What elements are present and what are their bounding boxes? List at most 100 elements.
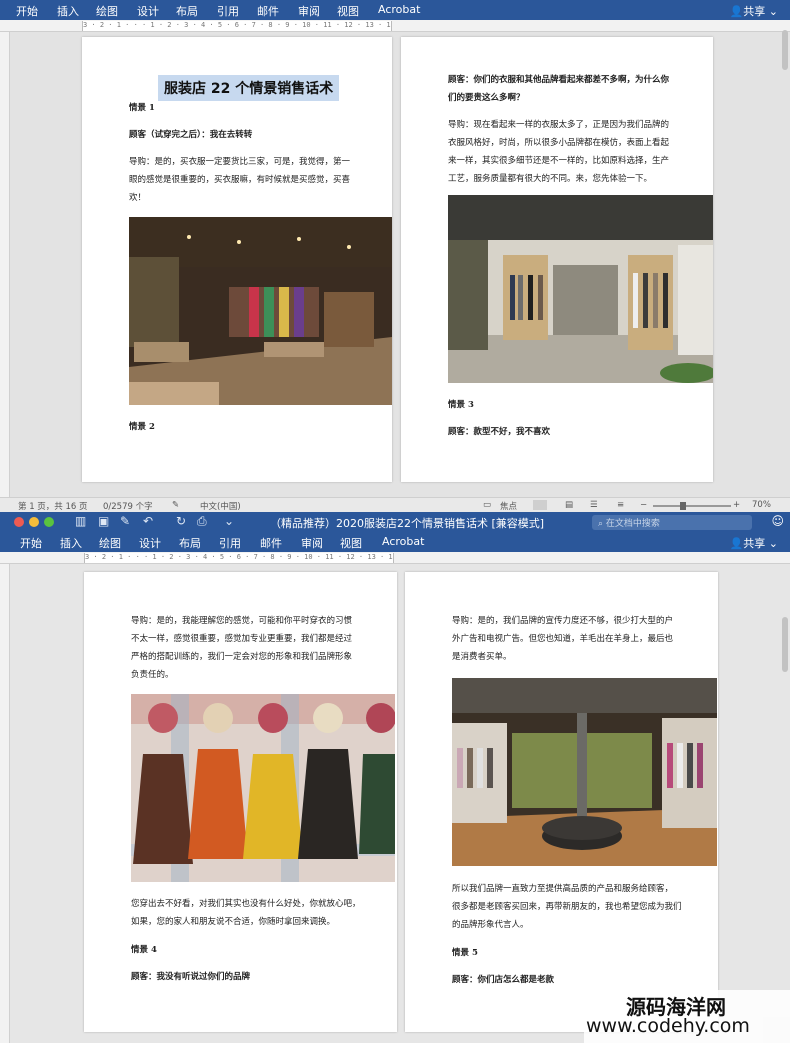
print-icon[interactable]: ⎙ [197,514,207,529]
guide-line[interactable]: 欢！ [129,189,146,207]
vertical-ruler[interactable] [0,564,10,1043]
guide-line[interactable]: 眼的感觉是很重要的，买衣服嘛，有时候就是买感觉，买喜 [129,171,350,189]
sidebar-icon[interactable]: ▥ [75,514,86,528]
guide-line[interactable]: 严格的搭配训练的，我们一定会对您的形象和我们品牌形象 [131,648,352,666]
store-interior-photo-2[interactable] [448,195,713,383]
scene-3-heading[interactable]: 情景 3 [448,396,474,414]
ruler-scale: 3 · 2 · 1 · · · 1 · 2 · 3 · 4 · 5 · 6 · … [82,21,392,31]
close-window-button[interactable] [14,517,24,527]
zoom-out-icon[interactable]: − [640,500,647,510]
customer-line-5[interactable]: 顾客：你们店怎么都是老款 [452,971,554,989]
horizontal-ruler[interactable]: 3 · 2 · 1 · · · 1 · 2 · 3 · 4 · 5 · 6 · … [0,20,790,32]
document-page-2[interactable]: 顾客：你们的衣服和其他品牌看起来都差不多啊，为什么你 们的要贵这么多啊？ 导购：… [401,37,713,482]
guide-line[interactable]: 来一样，其实很多细节还是不一样的，比如原料选择，生产 [448,152,669,170]
guide-line[interactable]: 很多都是老顾客买回来，再带新朋友的，我也希望您成为我们 [452,898,682,916]
tab-references[interactable]: 引用 [219,535,241,551]
document-title[interactable]: 服装店 22 个情景销售话术 [158,75,340,101]
tab-draw[interactable]: 绘图 [99,535,121,551]
scene-2-heading[interactable]: 情景 2 [129,418,155,436]
language-indicator[interactable]: 中文(中国) [200,500,241,512]
tab-draw[interactable]: 绘图 [96,3,118,19]
share-button[interactable]: 👤共享 ⌄ [730,3,778,19]
redo-icon[interactable]: ↻ [176,514,186,528]
outline-icon[interactable]: ☰ [590,500,598,510]
ribbon-tabs: 开始 插入 绘图 设计 布局 引用 邮件 审阅 视图 Acrobat 👤共享 ⌄ [0,0,790,20]
share-button[interactable]: 👤共享 ⌄ [730,535,778,551]
guide-line[interactable]: 导购：是的，买衣服一定要货比三家，可是，我觉得，第一 [129,153,350,171]
feedback-smiley-icon[interactable]: ☺ [771,514,784,528]
search-input[interactable]: ⌕ 在文档中搜索 [592,515,752,530]
jackets-on-hooks-photo[interactable] [131,694,395,882]
tab-insert[interactable]: 插入 [57,3,79,19]
customer-line-1[interactable]: 顾客（试穿完之后）：我在去转转 [129,126,252,144]
guide-line[interactable]: 是消费者买单。 [452,648,512,666]
vertical-ruler[interactable] [0,32,10,497]
tab-view[interactable]: 视图 [337,3,359,19]
tab-home[interactable]: 开始 [20,535,42,551]
scene-4-heading[interactable]: 情景 4 [131,941,157,959]
document-page-4[interactable]: 导购：是的，我们品牌的宣传力度还不够，很少打大型的户 外广告和电视广告。但您也知… [405,572,718,1032]
guide-line[interactable]: 工艺，服务质量都有很大的不同。来，您先体验一下。 [448,170,652,188]
guide-line[interactable]: 导购：是的，我能理解您的感觉，可能和你平时穿衣的习惯 [131,612,352,630]
guide-line[interactable]: 衣服风格好，时尚，所以很多小品牌都在模仿，表面上看起 [448,134,669,152]
tab-layout[interactable]: 布局 [179,535,201,551]
undo-icon[interactable]: ↶ [143,514,153,528]
guide-line[interactable]: 您穿出去不好看，对我们其实也没有什么好处，你就放心吧， [131,895,361,913]
guide-line[interactable]: 负责任的。 [131,666,174,684]
guide-line[interactable]: 如果，您的家人和朋友说不合适，你随时拿回来调换。 [131,913,335,931]
customer-line-4[interactable]: 顾客：我没有听说过你们的品牌 [131,968,250,986]
word-window-1: 开始 插入 绘图 设计 布局 引用 邮件 审阅 视图 Acrobat 👤共享 ⌄… [0,0,790,512]
document-page-1[interactable]: 服装店 22 个情景销售话术 情景 1 顾客（试穿完之后）：我在去转转 导购：是… [82,37,392,482]
word-window-2: ▥ ▣ ✎ ↶ ↻ ⎙ ⌄ （精品推荐）2020服装店22个情景销售话术 [兼容… [0,512,790,1043]
zoom-in-icon[interactable]: + [733,500,740,510]
save-icon[interactable]: ▣ [98,514,109,528]
focus-icon[interactable]: ▭ [483,500,491,510]
guide-line[interactable]: 导购：现在看起来一样的衣服太多了，正是因为我们品牌的 [448,116,669,134]
word-count[interactable]: 0/2579 个字 [103,500,153,512]
tab-view[interactable]: 视图 [340,535,362,551]
tab-insert[interactable]: 插入 [60,535,82,551]
proofing-icon[interactable]: ✎ [172,500,179,510]
focus-label[interactable]: 焦点 [500,500,517,512]
tab-home[interactable]: 开始 [16,3,38,19]
customer-line[interactable]: 们的要贵这么多啊？ [448,89,525,107]
tab-acrobat[interactable]: Acrobat [378,3,420,16]
maximize-window-button[interactable] [44,517,54,527]
watermark-url: www.codehy.com [586,1015,750,1037]
zoom-level[interactable]: 70% [752,500,771,510]
print-layout-icon[interactable] [533,500,547,510]
tab-layout[interactable]: 布局 [176,3,198,19]
vertical-scrollbar-1[interactable] [782,30,788,70]
tab-design[interactable]: 设计 [139,535,161,551]
tab-mailings[interactable]: 邮件 [260,535,282,551]
search-placeholder: 在文档中搜索 [605,519,660,529]
minimize-window-button[interactable] [29,517,39,527]
customize-toolbar-icon[interactable]: ⌄ [224,514,234,528]
horizontal-ruler[interactable]: 3 · 2 · 1 · · · 1 · 2 · 3 · 4 · 5 · 6 · … [0,552,790,564]
web-layout-icon[interactable]: ▤ [565,500,573,510]
zoom-slider-thumb[interactable] [680,502,686,510]
boutique-interior-photo[interactable] [452,678,717,866]
vertical-scrollbar-2[interactable] [782,617,788,672]
guide-line[interactable]: 所以我们品牌一直致力至提供高品质的产品和服务给顾客， [452,880,673,898]
guide-line[interactable]: 外广告和电视广告。但您也知道，羊毛出在羊身上，最后也 [452,630,673,648]
edit-icon[interactable]: ✎ [120,514,130,528]
page-count[interactable]: 第 1 页，共 16 页 [18,500,88,512]
store-interior-photo-1[interactable] [129,217,392,405]
zoom-slider[interactable] [653,505,731,507]
scene-1-heading[interactable]: 情景 1 [129,99,155,117]
guide-line[interactable]: 不太一样，感觉很重要，感觉加专业更重要，我们都是经过 [131,630,352,648]
tab-references[interactable]: 引用 [217,3,239,19]
tab-review[interactable]: 审阅 [298,3,320,19]
scene-5-heading[interactable]: 情景 5 [452,944,478,962]
customer-line[interactable]: 顾客：你们的衣服和其他品牌看起来都差不多啊，为什么你 [448,71,669,89]
draft-icon[interactable]: ≡ [617,500,624,510]
guide-line[interactable]: 的品牌形象代言人。 [452,916,529,934]
tab-mailings[interactable]: 邮件 [257,3,279,19]
guide-line[interactable]: 导购：是的，我们品牌的宣传力度还不够，很少打大型的户 [452,612,673,630]
tab-design[interactable]: 设计 [137,3,159,19]
customer-line-3[interactable]: 顾客：款型不好，我不喜欢 [448,423,550,441]
tab-review[interactable]: 审阅 [301,535,323,551]
document-page-3[interactable]: 导购：是的，我能理解您的感觉，可能和你平时穿衣的习惯 不太一样，感觉很重要，感觉… [84,572,397,1032]
tab-acrobat[interactable]: Acrobat [382,535,424,548]
